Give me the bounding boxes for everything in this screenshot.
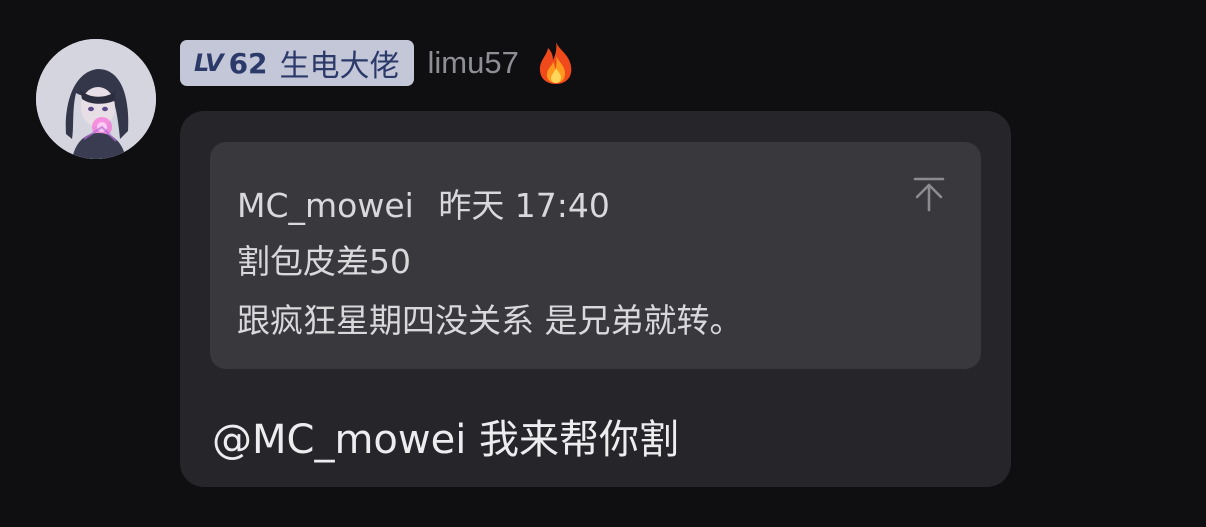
reply-text: @MC_mowei 我来帮你割 bbox=[212, 417, 680, 463]
chat-view: LV 62 生电大佬 limu57 MC_mowei 昨天 17:40 割包皮差… bbox=[0, 0, 1206, 527]
message-bubble[interactable]: MC_mowei 昨天 17:40 割包皮差50 跟疯狂星期四没关系 是兄弟就转… bbox=[180, 111, 1011, 487]
quote-meta: MC_mowei 昨天 17:40 bbox=[237, 179, 610, 227]
level-title: 生电大佬 bbox=[279, 49, 400, 84]
quote-line-1: 割包皮差50 bbox=[237, 242, 411, 281]
username[interactable]: limu57 bbox=[428, 45, 519, 81]
message-header: LV 62 生电大佬 limu57 bbox=[180, 40, 577, 86]
anime-avatar-icon bbox=[36, 39, 156, 159]
quoted-message[interactable]: MC_mowei 昨天 17:40 割包皮差50 跟疯狂星期四没关系 是兄弟就转… bbox=[210, 142, 981, 369]
quote-author: MC_mowei bbox=[237, 186, 414, 225]
level-badge[interactable]: LV 62 生电大佬 bbox=[180, 40, 414, 86]
arrow-up-to-top-icon[interactable] bbox=[910, 175, 948, 213]
level-prefix: LV bbox=[194, 49, 224, 77]
fire-icon bbox=[539, 42, 572, 84]
user-avatar[interactable] bbox=[36, 39, 156, 159]
level-number: 62 bbox=[228, 46, 268, 80]
quote-time: 昨天 17:40 bbox=[438, 186, 610, 225]
quote-line-2: 跟疯狂星期四没关系 是兄弟就转。 bbox=[237, 301, 743, 340]
